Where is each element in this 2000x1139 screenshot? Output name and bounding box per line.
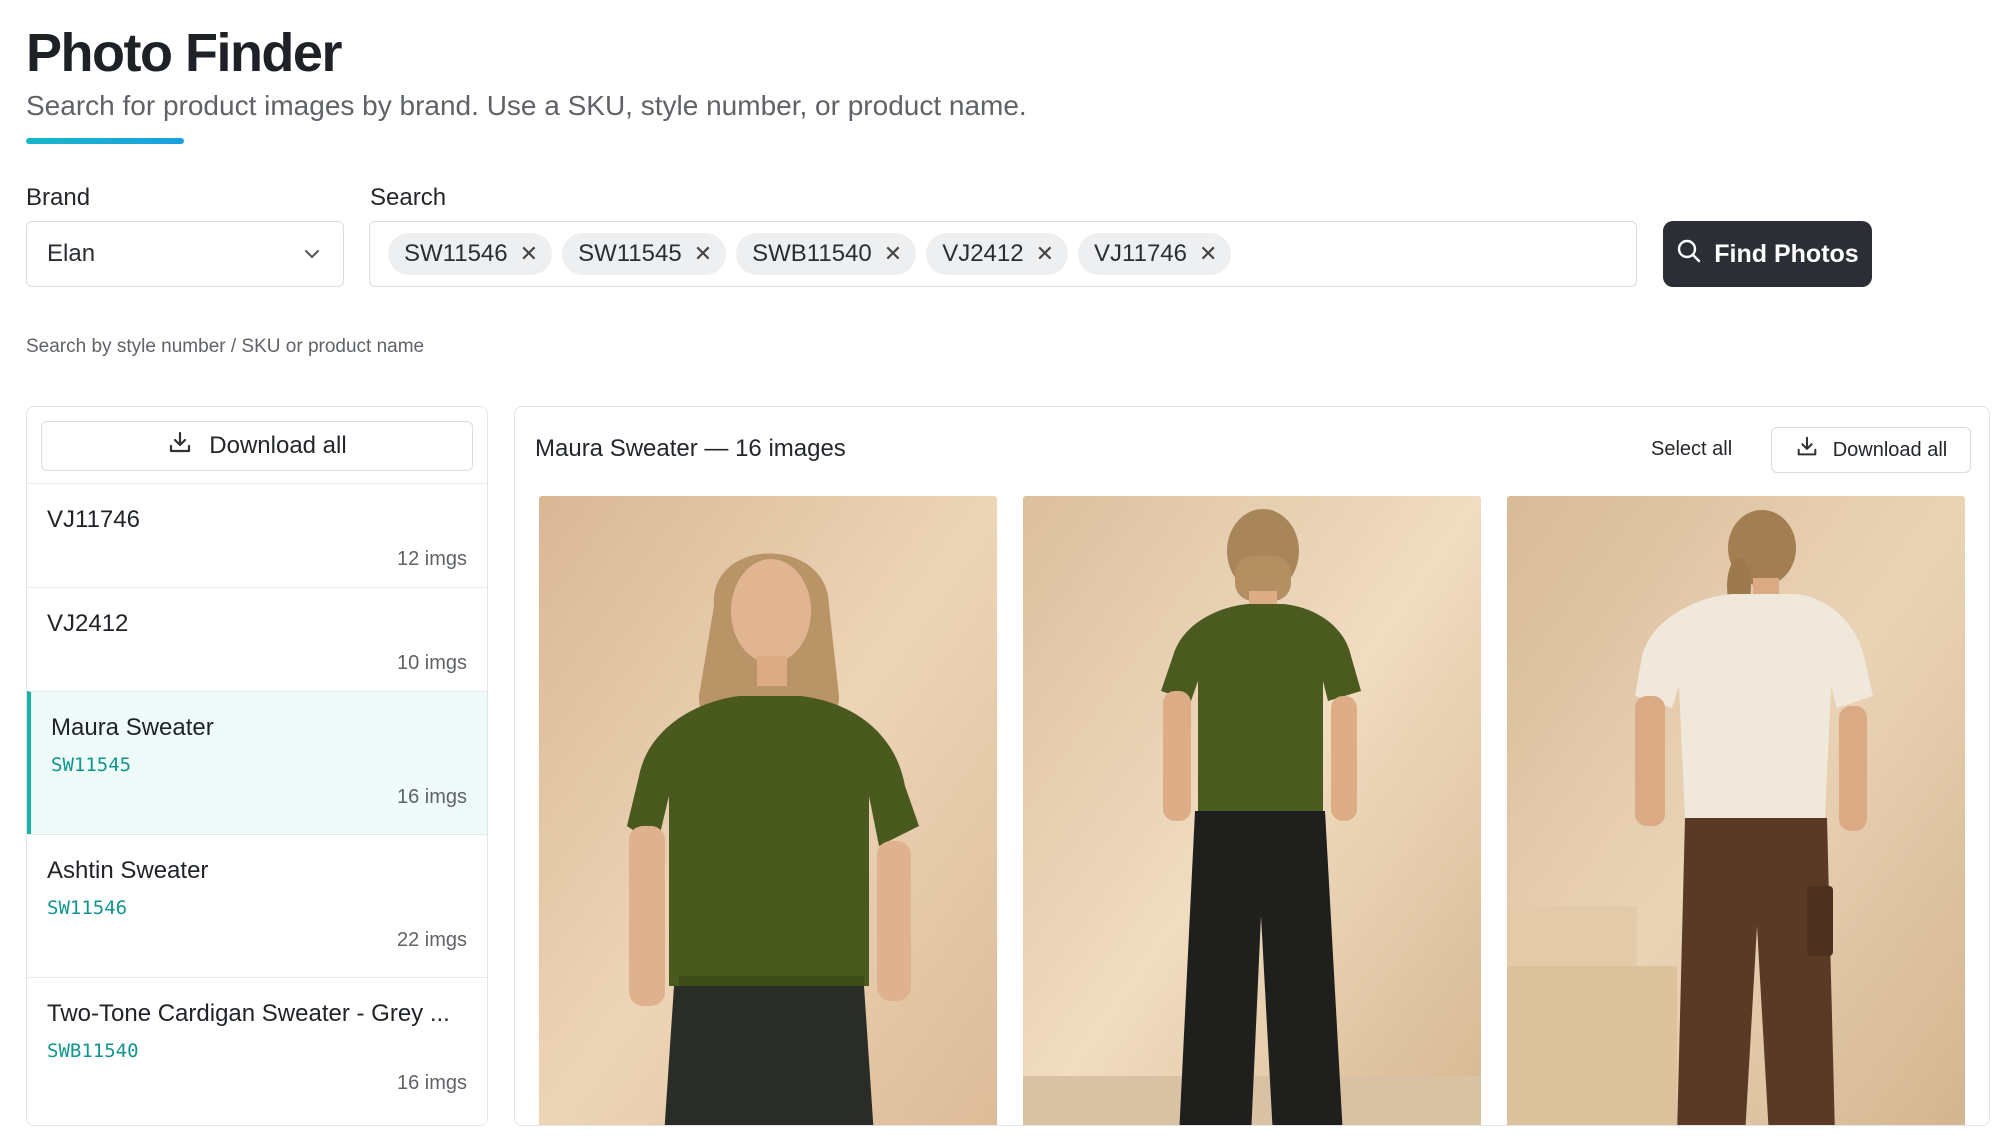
item-count: 12 imgs [396, 548, 467, 570]
chip-remove-icon[interactable]: ✕ [694, 243, 712, 265]
chip-remove-icon[interactable]: ✕ [1036, 243, 1054, 265]
list-item[interactable]: VJ2412 10 imgs [27, 587, 487, 691]
item-sku: SW11545 [51, 754, 132, 776]
search-chip: VJ11746 ✕ [1078, 233, 1232, 275]
gallery-title: Maura Sweater — 16 images [535, 435, 846, 462]
item-sku: SWB11540 [47, 1040, 139, 1062]
search-chip: SW11545 ✕ [562, 233, 727, 275]
chip-label: SWB11540 [752, 240, 872, 267]
chip-label: SW11545 [578, 240, 682, 267]
select-all-link[interactable]: Select all [1651, 438, 1732, 461]
chip-label: VJ11746 [1094, 240, 1187, 267]
chip-remove-icon[interactable]: ✕ [884, 243, 902, 265]
list-item[interactable]: Ashtin Sweater SW11546 22 imgs [27, 834, 487, 977]
search-field[interactable]: SW11546 ✕ SW11545 ✕ SWB11540 ✕ VJ2412 ✕ … [369, 221, 1637, 287]
search-chip: SWB11540 ✕ [736, 233, 917, 275]
product-photo[interactable] [1507, 496, 1965, 1125]
product-photo[interactable] [1023, 496, 1481, 1125]
chip-label: VJ2412 [942, 240, 1024, 267]
find-photos-button[interactable]: Find Photos [1663, 221, 1872, 287]
page-title: Photo Finder [26, 23, 342, 83]
search-chip: SW11546 ✕ [388, 233, 553, 275]
search-chip: VJ2412 ✕ [926, 233, 1069, 275]
brand-select[interactable]: Elan [26, 221, 344, 287]
item-name: VJ11746 [47, 506, 140, 533]
chip-label: SW11546 [404, 240, 508, 267]
download-icon [167, 430, 193, 463]
item-count: 10 imgs [396, 652, 467, 674]
item-name: Maura Sweater [51, 714, 214, 741]
page-subtitle: Search for product images by brand. Use … [26, 90, 1027, 121]
list-item-selected[interactable]: Maura Sweater SW11545 16 imgs [27, 691, 487, 834]
search-label: Search [370, 184, 447, 211]
chip-remove-icon[interactable]: ✕ [520, 243, 538, 265]
chip-remove-icon[interactable]: ✕ [1199, 243, 1217, 265]
list-item[interactable]: VJ11746 12 imgs [27, 483, 487, 587]
title-accent-bar [26, 138, 184, 144]
item-name: VJ2412 [47, 610, 129, 637]
gallery-download-all-button[interactable]: Download all [1771, 427, 1971, 473]
search-input[interactable] [1241, 234, 1618, 274]
search-icon [1676, 238, 1702, 271]
item-count: 16 imgs [396, 786, 467, 808]
item-count: 16 imgs [396, 1072, 467, 1094]
gallery-download-all-label: Download all [1832, 438, 1948, 461]
image-gallery: Maura Sweater — 16 images Select all Dow… [514, 406, 1990, 1126]
item-name: Ashtin Sweater [47, 857, 209, 884]
item-sku: SW11546 [47, 897, 128, 919]
list-item[interactable]: Two-Tone Cardigan Sweater - Grey ... SWB… [27, 977, 487, 1120]
item-name: Two-Tone Cardigan Sweater - Grey ... [47, 1000, 450, 1027]
brand-select-value: Elan [47, 240, 96, 267]
find-photos-label: Find Photos [1714, 239, 1859, 268]
product-photo[interactable] [539, 496, 997, 1125]
download-all-button[interactable]: Download all [41, 421, 473, 471]
results-sidebar: Download all VJ11746 12 imgs VJ2412 10 i… [26, 406, 488, 1126]
brand-label: Brand [26, 184, 91, 211]
download-all-label: Download all [209, 432, 347, 459]
item-count: 22 imgs [396, 929, 467, 951]
download-icon [1795, 435, 1819, 465]
search-hint: Search by style number / SKU or product … [26, 336, 425, 357]
chevron-down-icon [301, 243, 323, 265]
